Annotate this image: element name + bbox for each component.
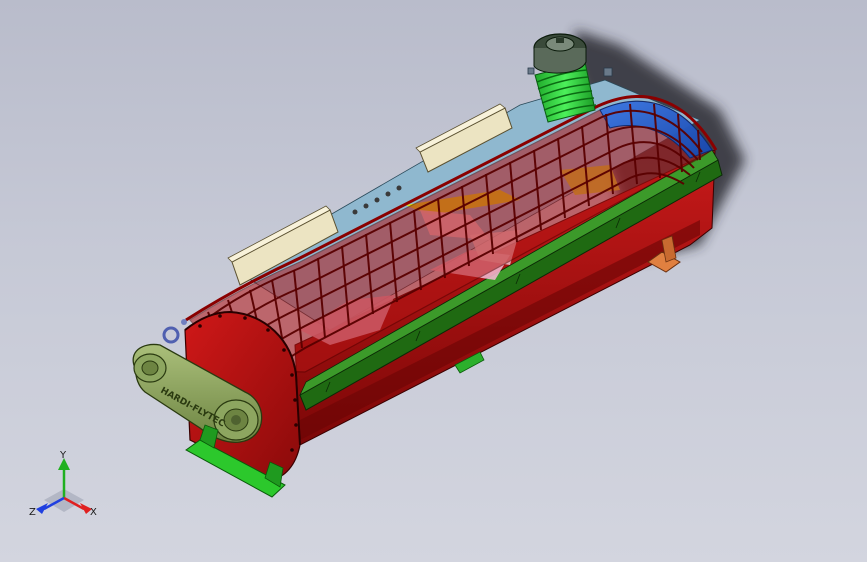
- z-axis-label: Z: [29, 507, 36, 518]
- 3d-viewport[interactable]: HARDI-FLYTEC Y X Z: [0, 0, 867, 562]
- x-axis-label: X: [90, 507, 97, 518]
- model-canvas[interactable]: HARDI-FLYTEC Y X Z: [0, 0, 867, 562]
- axis-triad[interactable]: Y X Z: [29, 450, 97, 518]
- y-axis-label: Y: [59, 450, 67, 461]
- lifting-eye[interactable]: [162, 319, 187, 344]
